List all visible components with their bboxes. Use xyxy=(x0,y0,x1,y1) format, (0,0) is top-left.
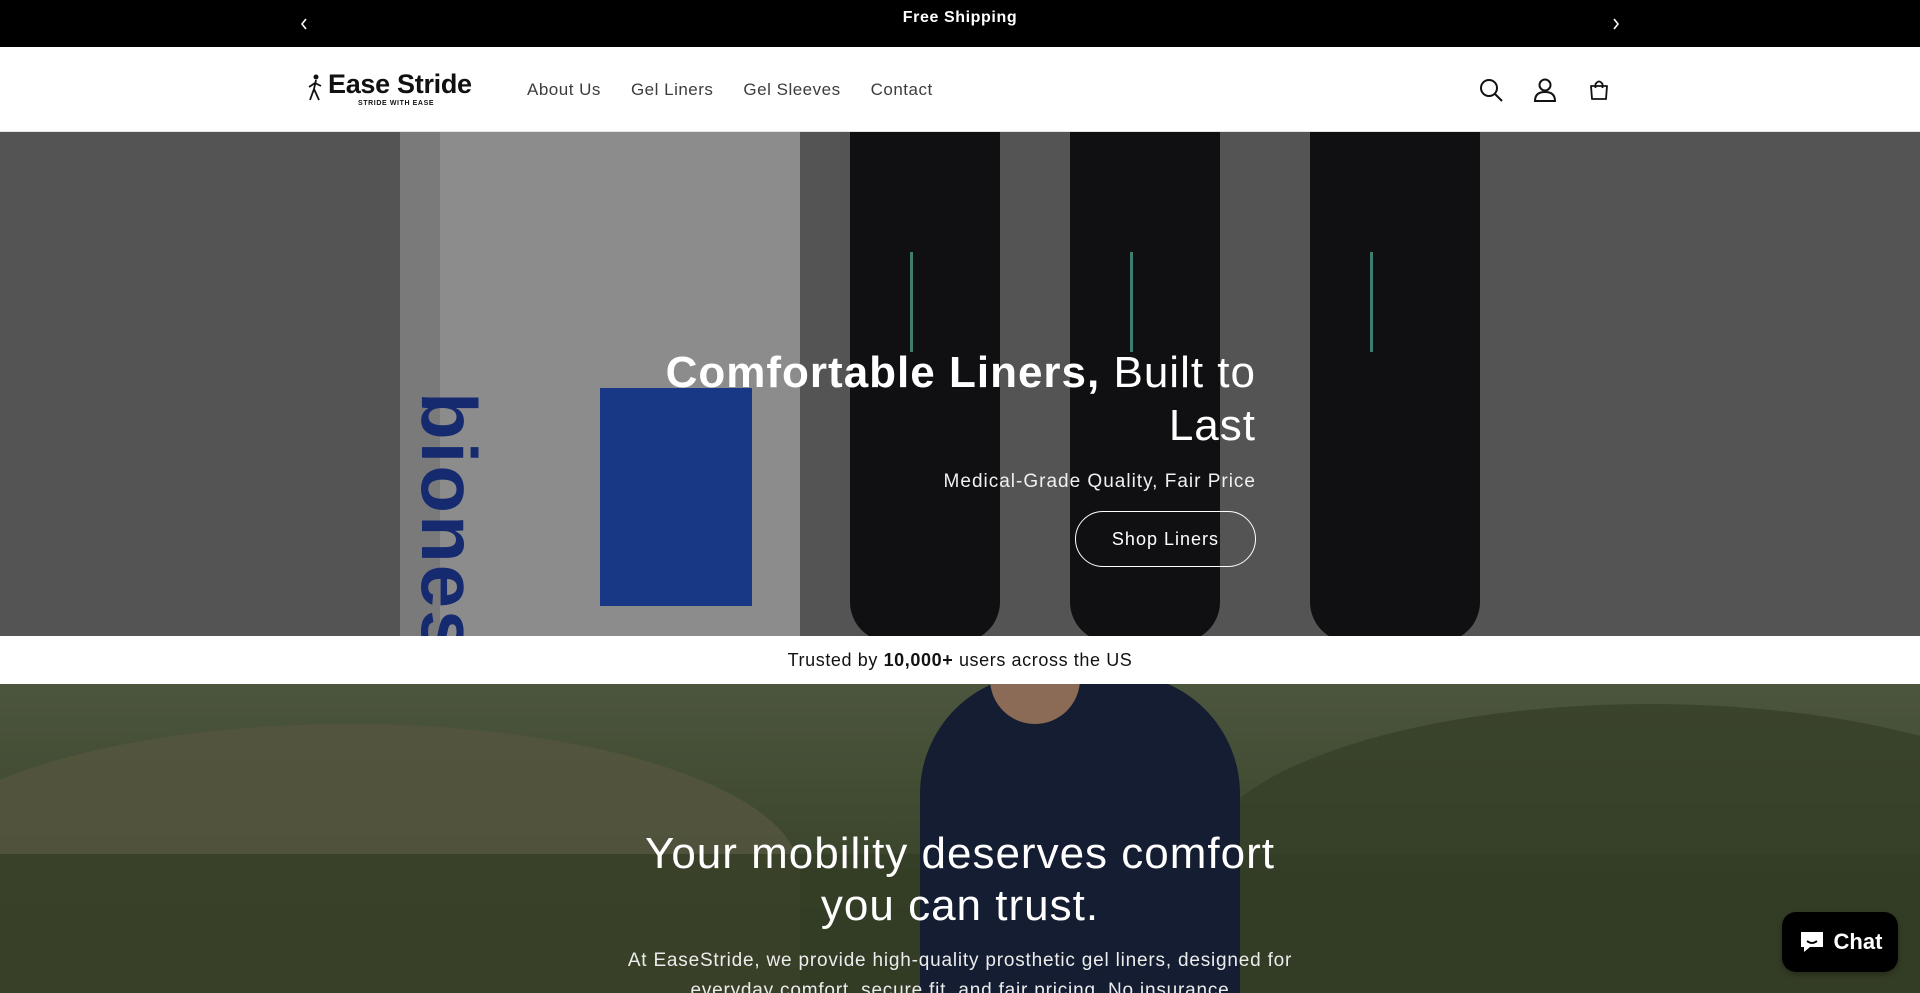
trust-count: 10,000+ xyxy=(883,650,954,670)
next-announcement-button[interactable] xyxy=(1604,12,1628,36)
cart-button[interactable] xyxy=(1582,73,1616,107)
cart-icon xyxy=(1590,80,1608,100)
nav-about-us[interactable]: About Us xyxy=(512,80,616,100)
chat-bubble-icon xyxy=(1800,932,1823,952)
search-icon xyxy=(1480,79,1503,102)
walker-logo-icon xyxy=(308,74,322,101)
hero-title-rest: Built to Last xyxy=(1100,348,1256,450)
site-header: Ease Stride STRIDE WITH EASE About Us Ge… xyxy=(0,47,1920,132)
header-icons xyxy=(1474,73,1616,107)
mobility-body: At EaseStride, we provide high-quality p… xyxy=(627,950,1293,993)
account-button[interactable] xyxy=(1528,73,1562,107)
logo-wordmark: Ease Stride xyxy=(328,69,472,99)
hero-subtitle: Medical-Grade Quality, Fair Price xyxy=(943,470,1256,492)
chevron-right-icon xyxy=(1613,18,1620,30)
nav-contact[interactable]: Contact xyxy=(856,80,948,100)
nav-gel-liners[interactable]: Gel Liners xyxy=(616,80,728,100)
announcement-bar: Free Shipping xyxy=(0,0,1920,47)
trust-prefix: Trusted by xyxy=(787,650,884,670)
logo[interactable]: Ease Stride STRIDE WITH EASE xyxy=(306,69,478,109)
mobility-section: Your mobility deserves comfort you can t… xyxy=(0,684,1920,993)
hero-title-bold: Comfortable Liners, xyxy=(665,348,1101,397)
hero-banner: bionest Comfortable Liners, Built to Las… xyxy=(0,132,1920,636)
chat-label: Chat xyxy=(1833,929,1883,954)
trust-suffix: users across the US xyxy=(953,650,1133,670)
announcement-text: Free Shipping xyxy=(902,9,1018,26)
main-nav: About Us Gel Liners Gel Sleeves Contact xyxy=(512,47,948,132)
nav-gel-sleeves[interactable]: Gel Sleeves xyxy=(728,80,855,100)
trust-strip: Trusted by 10,000+ users across the US xyxy=(0,636,1920,684)
hero-content: Comfortable Liners, Built to Last Medica… xyxy=(620,347,1256,567)
mobility-heading: Your mobility deserves comfort you can t… xyxy=(645,829,1275,930)
shop-liners-button[interactable]: Shop Liners xyxy=(1074,510,1256,567)
mobility-content: Your mobility deserves comfort you can t… xyxy=(620,828,1300,993)
hero-title: Comfortable Liners, Built to Last xyxy=(620,347,1256,453)
account-icon xyxy=(1533,78,1557,102)
chat-button[interactable]: Chat xyxy=(1782,912,1898,972)
search-button[interactable] xyxy=(1474,73,1508,107)
logo-tagline: STRIDE WITH EASE xyxy=(358,100,435,107)
